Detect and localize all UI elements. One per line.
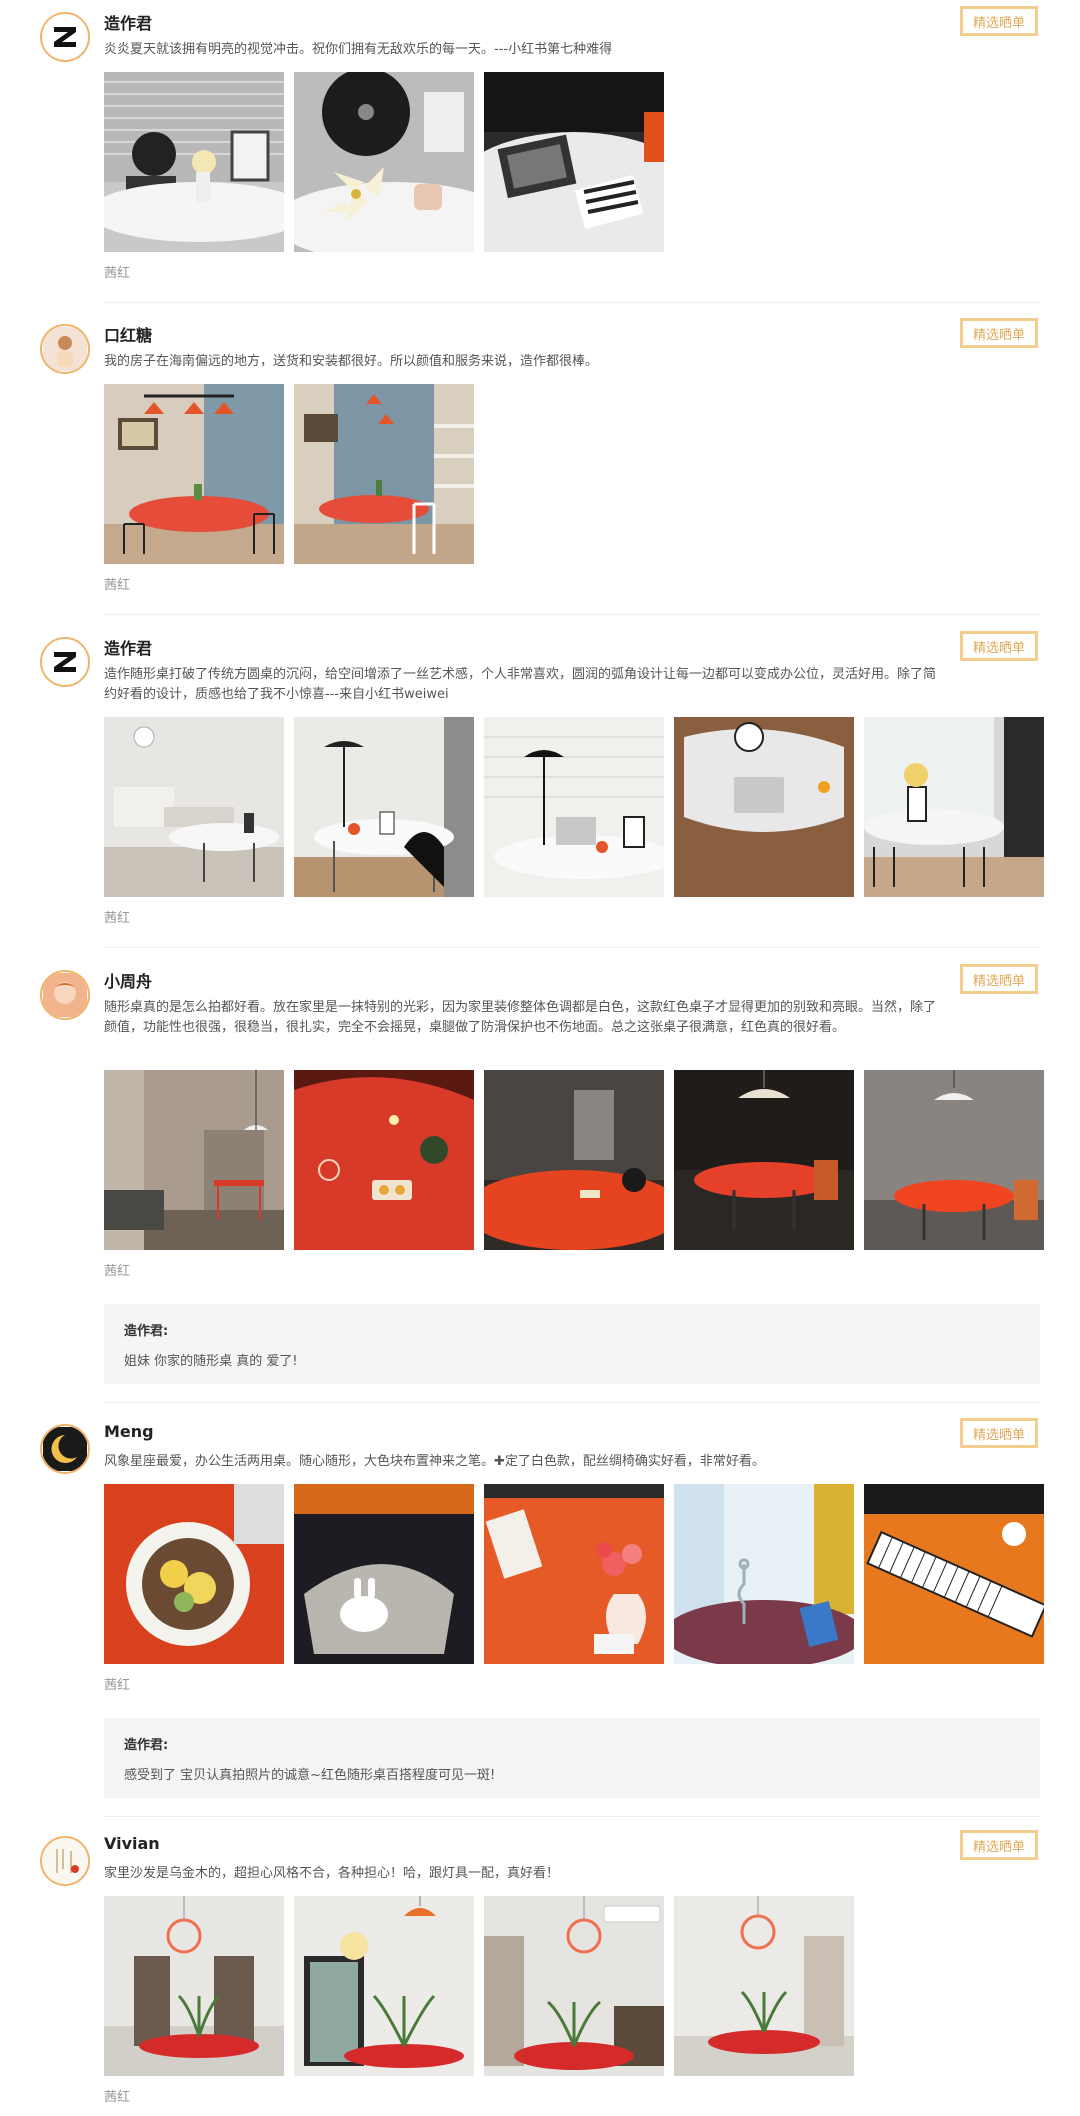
white-room-photo[interactable]: [674, 1896, 854, 2076]
photo-strip: [104, 72, 664, 252]
review-item: 造作君 造作随形桌打破了传统方圆桌的沉闷，给空间增添了一丝艺术感，个人非常喜欢，…: [0, 625, 1080, 948]
color-variant: 茜红: [104, 2090, 131, 2105]
review-item: Vivian 家里沙发是乌金木的，超担心风格不合，各种担心！哈，跟灯具一配，真好…: [0, 1824, 1080, 2116]
username[interactable]: 造作君: [104, 635, 152, 659]
color-variant: 茜红: [104, 266, 131, 281]
featured-tag-button[interactable]: 精选晒单: [960, 318, 1038, 348]
photo-strip: [104, 1896, 854, 2076]
breakfast-plate-photo[interactable]: [104, 1484, 284, 1664]
reply-author: 造作君:: [124, 1324, 169, 1339]
review-text: 造作随形桌打破了传统方圆桌的沉闷，给空间增添了一丝艺术感，个人非常喜欢，圆润的弧…: [104, 667, 937, 702]
featured-tag-button[interactable]: 精选晒单: [960, 631, 1038, 661]
review-item: 造作君 炎炎夏天就该拥有明亮的视觉冲击。祝你们拥有无敌欢乐的每一天。---小红书…: [0, 0, 1080, 305]
bunny-lamp-photo[interactable]: [294, 1484, 474, 1664]
dining-room-shelves-photo[interactable]: [294, 384, 474, 564]
review-text: 随形桌真的是怎么拍都好看。放在家里是一抹特别的光彩，因为家里装修整体色调都是白色…: [104, 1000, 937, 1035]
piano-keyboard-photo[interactable]: [864, 1484, 1044, 1664]
username[interactable]: Meng: [104, 1422, 154, 1441]
featured-tag-button[interactable]: 精选晒单: [960, 964, 1038, 994]
featured-tag-button[interactable]: 精选晒单: [960, 1830, 1038, 1860]
divider: [104, 302, 1040, 303]
merchant-reply: 造作君: 感受到了 宝贝认真拍照片的诚意~红色随形桌百搭程度可见一斑!: [104, 1718, 1040, 1798]
username[interactable]: Vivian: [104, 1834, 160, 1853]
avatar[interactable]: [40, 970, 90, 1020]
window-view-photo[interactable]: [294, 1896, 474, 2076]
review-text: 家里沙发是乌金木的，超担心风格不合，各种担心！哈，跟灯具一配，真好看！: [104, 1866, 560, 1881]
window-table-photo[interactable]: [864, 717, 1044, 897]
review-text: 风象星座最爱，办公生活两用桌。随心随形，大色块布置神来之笔。✚定了白色款，配丝绸…: [104, 1454, 765, 1469]
red-table-lamp-photo[interactable]: [674, 1070, 854, 1250]
avatar[interactable]: [40, 324, 90, 374]
review-item: 口红糖 我的房子在海南偏远的地方，送货和安装都很好。所以颜值和服务来说，造作都很…: [0, 312, 1080, 615]
hall-pendant-photo[interactable]: [104, 1896, 284, 2076]
ac-room-photo[interactable]: [484, 1896, 664, 2076]
red-table-evening-photo[interactable]: [864, 1070, 1044, 1250]
avatar[interactable]: [40, 1424, 90, 1474]
divider: [104, 1402, 1040, 1403]
review-item: Meng 风象星座最爱，办公生活两用桌。随心随形，大色块布置神来之笔。✚定了白色…: [0, 1412, 1080, 1817]
magazine-table-photo[interactable]: [484, 72, 664, 252]
merchant-reply: 造作君: 姐妹 你家的随形桌 真的 爱了!: [104, 1304, 1040, 1384]
review-text: 我的房子在海南偏远的地方，送货和安装都很好。所以颜值和服务来说，造作都很棒。: [104, 354, 599, 369]
lily-vinyl-closeup-photo[interactable]: [294, 72, 474, 252]
reply-text: 姐妹 你家的随形桌 真的 爱了!: [124, 1354, 298, 1369]
avatar[interactable]: [40, 12, 90, 62]
featured-tag-button[interactable]: 精选晒单: [960, 1418, 1038, 1448]
avatar[interactable]: [40, 1836, 90, 1886]
table-black-chair-photo[interactable]: [294, 717, 474, 897]
avatar[interactable]: [40, 637, 90, 687]
reply-text: 感受到了 宝贝认真拍照片的诚意~红色随形桌百搭程度可见一斑!: [124, 1768, 496, 1783]
username[interactable]: 口红糖: [104, 322, 152, 346]
red-table-closeup-photo[interactable]: [294, 1070, 474, 1250]
dining-room-pendant-photo[interactable]: [104, 384, 284, 564]
candle-holder-photo[interactable]: [674, 1484, 854, 1664]
living-room-table-photo[interactable]: [104, 717, 284, 897]
vinyl-player-shelf-photo[interactable]: [104, 72, 284, 252]
color-variant: 茜红: [104, 911, 131, 926]
username[interactable]: 造作君: [104, 10, 152, 34]
divider: [104, 614, 1040, 615]
username[interactable]: 小周舟: [104, 968, 152, 992]
divider: [104, 1816, 1040, 1817]
review-text: 炎炎夏天就该拥有明亮的视觉冲击。祝你们拥有无敌欢乐的每一天。---小红书第七种难…: [104, 42, 613, 57]
dining-room-wide-photo[interactable]: [104, 1070, 284, 1250]
photo-strip: [104, 1070, 1044, 1250]
color-variant: 茜红: [104, 1264, 131, 1279]
reply-author: 造作君:: [124, 1738, 169, 1753]
table-laptop-lamp-photo[interactable]: [484, 717, 664, 897]
divider: [104, 947, 1040, 948]
red-table-dark-photo[interactable]: [484, 1070, 664, 1250]
photo-strip: [104, 1484, 1044, 1664]
photo-strip: [104, 717, 1044, 897]
review-item: 小周舟 随形桌真的是怎么拍都好看。放在家里是一抹特别的光彩，因为家里装修整体色调…: [0, 958, 1080, 1403]
photo-strip: [104, 384, 474, 564]
featured-tag-button[interactable]: 精选晒单: [960, 6, 1038, 36]
laptop-topdown-photo[interactable]: [674, 717, 854, 897]
color-variant: 茜红: [104, 578, 131, 593]
color-variant: 茜红: [104, 1678, 131, 1693]
flower-vase-photo[interactable]: [484, 1484, 664, 1664]
